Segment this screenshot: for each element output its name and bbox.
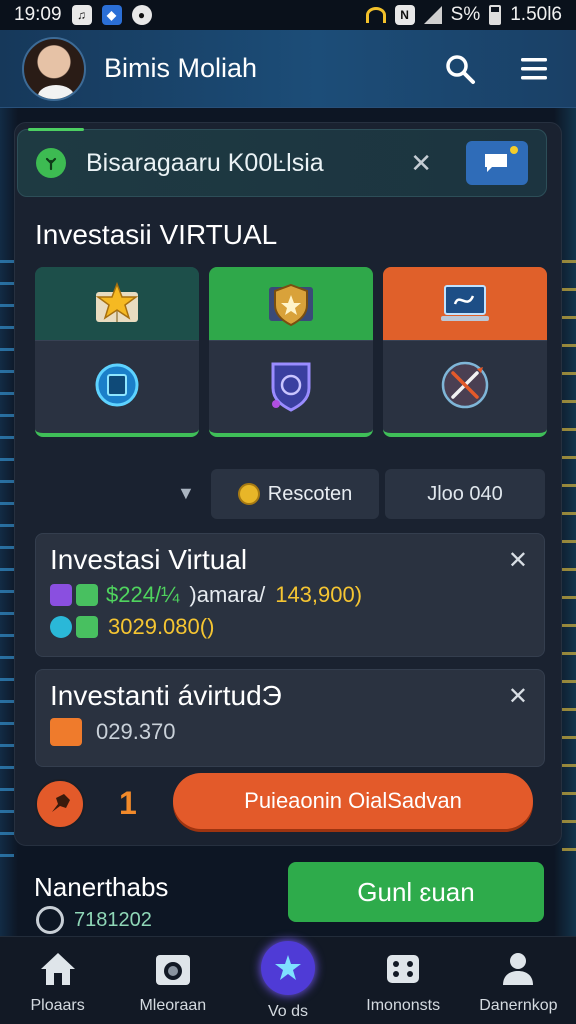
card-title: Investasi Virtual — [50, 544, 248, 575]
notification-dot — [510, 146, 518, 154]
crest-shield-icon — [271, 362, 311, 412]
wifi-icon — [365, 7, 386, 23]
filter-button[interactable]: Rescoten — [211, 469, 379, 519]
filter-button-label: Rescoten — [267, 482, 353, 505]
card-value-white: )amara/ — [189, 582, 266, 607]
camera-icon — [155, 955, 190, 985]
briefcase-icon — [50, 718, 82, 746]
nav-item-home[interactable]: Ploaars — [0, 937, 115, 1024]
coin-icon — [237, 483, 260, 505]
target-book-icon — [95, 363, 139, 407]
filter-value[interactable]: Jloo 040 — [385, 469, 545, 519]
card-value: 029.370 — [96, 719, 176, 744]
document-icon — [76, 616, 98, 638]
nav-item-camera[interactable]: Mleoraan — [115, 937, 230, 1024]
nav-item-profile[interactable]: Danernkop — [461, 937, 576, 1024]
close-icon[interactable]: ✕ — [508, 682, 528, 711]
star-book-icon — [95, 281, 139, 322]
user-name: Bimis Moliah — [104, 53, 258, 83]
chat-button[interactable] — [466, 141, 528, 185]
nav-label: Mleoraan — [139, 997, 207, 1014]
card-title: Investanti ávirtudЭ — [50, 680, 282, 711]
card-value-yellow: 143,900) — [275, 582, 363, 607]
investment-card-2[interactable]: Investanti ávirtudЭ ✕ 029.370 — [35, 669, 545, 767]
dice-icon — [387, 955, 420, 983]
card-value-line-1: $224/¼ )amara/ 143,900) — [50, 582, 530, 608]
network-speed: 1.50l6 — [510, 4, 562, 25]
nav-item-center[interactable]: Vo ds — [230, 937, 345, 1024]
filter-row: ▼ Rescoten Jloo 040 — [35, 469, 547, 521]
chevron-down-icon[interactable]: ▼ — [177, 483, 195, 504]
action-count: 1 — [119, 785, 137, 821]
right-glow-decoration — [562, 260, 576, 864]
card-value-line: 029.370 — [50, 718, 530, 746]
search-icon — [446, 54, 475, 84]
close-icon[interactable]: ✕ — [508, 546, 528, 575]
bottom-nav: Ploaars Mleoraan Vo ds Imononsts Danernk… — [0, 936, 576, 1024]
gem-icon — [50, 584, 72, 606]
crossed-swords-icon — [441, 361, 489, 409]
green-action-button[interactable]: Gunl ɛuan — [288, 862, 544, 922]
investment-tile-2[interactable] — [209, 267, 373, 437]
user-icon — [503, 953, 534, 985]
shield-badge-icon — [269, 283, 313, 326]
nav-label: Danernkop — [479, 997, 558, 1014]
chat-app-icon: ● — [131, 5, 152, 25]
status-bar: 19:09 ♫ ◆ ● N S% 1.50l6 — [0, 0, 576, 30]
notification-banner[interactable]: Bisaragaaru K00Ŀlsia ✕ — [17, 128, 547, 197]
action-row: 1 Puieaonin OialSadvan — [35, 773, 545, 833]
section-title: Investasii VIRTUAL — [35, 219, 278, 250]
footer-sub-value: 7181202 — [74, 908, 152, 931]
rocket-icon[interactable] — [35, 779, 85, 829]
menu-button[interactable] — [514, 49, 554, 89]
leaf-icon — [36, 148, 66, 178]
primary-action-button[interactable]: Puieaonin OialSadvan — [173, 773, 533, 829]
nav-label: Ploaars — [30, 997, 85, 1014]
investment-tile-3[interactable] — [383, 267, 547, 437]
battery-icon — [489, 5, 502, 25]
card-value-green: $224/¼ — [106, 582, 180, 607]
battery-percent: S% — [450, 4, 481, 25]
status-time: 19:09 — [14, 4, 62, 25]
banner-text: Bisaragaaru K00Ŀlsia — [86, 148, 324, 177]
shield-app-icon: ◆ — [101, 5, 122, 25]
investment-tile-1[interactable] — [35, 267, 199, 437]
n-app-icon: N — [394, 5, 415, 25]
card-value-line-2: 3029.080() — [50, 614, 530, 640]
nav-label: Vo ds — [267, 1003, 308, 1020]
left-glow-decoration — [0, 260, 14, 864]
cash-icon — [76, 584, 98, 606]
card-value-total: 3029.080() — [108, 614, 215, 639]
signal-icon — [423, 6, 442, 24]
search-button[interactable] — [440, 49, 480, 89]
main-panel: Bisaragaaru K00Ŀlsia ✕ Investasii VIRTUA… — [14, 122, 562, 846]
app-header: Bimis Moliah — [0, 30, 576, 108]
music-note-icon: ♫ — [71, 5, 92, 25]
investment-grid — [35, 267, 547, 437]
clock-icon — [36, 906, 64, 934]
chat-bubble-icon — [485, 154, 507, 172]
star-burst-icon — [274, 955, 301, 980]
laptop-chart-icon — [441, 284, 489, 321]
avatar[interactable] — [22, 36, 86, 101]
footer-label: Nanerthabs — [34, 872, 169, 902]
nav-item-games[interactable]: Imononsts — [346, 937, 461, 1024]
hamburger-menu-icon — [521, 57, 547, 79]
home-icon — [40, 953, 75, 985]
nav-label: Imononsts — [366, 997, 441, 1014]
footer-sub: 7181202 — [36, 906, 152, 934]
investment-card-1[interactable]: Investasi Virtual ✕ $224/¼ )amara/ 143,9… — [35, 533, 545, 657]
coin-cyan-icon — [50, 616, 72, 638]
banner-close-icon[interactable]: ✕ — [410, 148, 432, 179]
